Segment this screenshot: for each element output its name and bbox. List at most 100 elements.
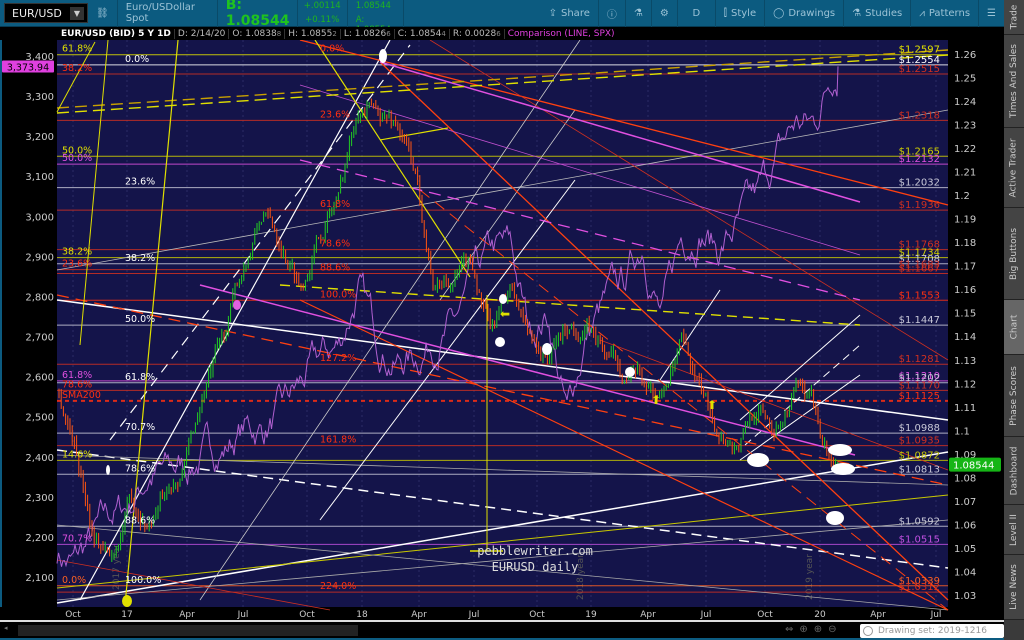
spx-last-value: 3,373.94 [7, 62, 49, 73]
sidebar-tab-label: Phase Scores [1009, 365, 1020, 426]
fib-label: 14.6% [62, 449, 92, 460]
main-toolbar: EUR/USD ▼ ⛓ Euro/USDollar Spot B: 1.0854… [0, 0, 1024, 35]
x-tick-label: Jul [237, 610, 249, 620]
price-level-label: $1.0872 [899, 450, 940, 461]
info-close: C: 1.08544 [395, 28, 450, 39]
marker-ellipse [499, 294, 507, 304]
scroll-left-icon[interactable]: ◂ [4, 624, 8, 632]
spx-tick-label: 3,000 [25, 212, 54, 223]
price-tick-label: 1.05 [954, 544, 976, 555]
x-tick-label: Apr [870, 610, 886, 620]
comparison-label[interactable]: Comparison (LINE, SPX) [505, 29, 618, 39]
fib-label: 161.8% [320, 435, 356, 446]
fib-label: 88.6% [320, 262, 350, 273]
x-tick-label: Apr [411, 610, 427, 620]
drawings-button[interactable]: ◯ Drawings [765, 0, 845, 27]
last-price-value: 1.08544 [953, 461, 994, 472]
marker-ellipse [233, 300, 241, 310]
patterns-button[interactable]: ⩘ Patterns [911, 0, 980, 27]
bid-quote: B: 1.08544 [355, 0, 391, 11]
settings-button[interactable]: ⚙ [652, 0, 678, 27]
sidebar-tab-phase-scores[interactable]: Phase Scores [1004, 355, 1024, 437]
spx-tick-label: 2,700 [25, 333, 54, 344]
spx-tick-label: 2,300 [25, 493, 54, 504]
chart-title: EUR/USD (BID) 5 Y 1D [58, 28, 175, 39]
price-tick-label: 1.18 [954, 238, 976, 249]
spx-tick-label: 2,600 [25, 373, 54, 384]
fib-label: 23.6% [62, 259, 92, 270]
share-label: Share [561, 7, 590, 19]
spx-tick-label: 2,200 [25, 533, 54, 544]
link-icon[interactable]: ⛓ [88, 0, 118, 27]
spx-tick-label: 2,500 [25, 413, 54, 424]
zoom-out-icon[interactable]: ⊖ [828, 624, 836, 635]
sidebar-tab-chart[interactable]: Chart [1004, 300, 1024, 355]
sidebar-tab-level-ii[interactable]: Level II [1004, 505, 1024, 555]
spx-tick-label: 2,100 [25, 573, 54, 584]
chevron-down-icon[interactable]: ▼ [70, 6, 84, 20]
zoom-in-icon[interactable]: ⊕ [814, 624, 822, 635]
style-button[interactable]: ⫿ Style [716, 0, 766, 27]
price-level-label: $1.1447 [899, 315, 940, 326]
drawing-set-selector[interactable]: Drawing set: 2019-1216 [860, 624, 1004, 638]
price-tick-label: 1.12 [954, 379, 976, 390]
style-label: Style [731, 7, 757, 19]
menu-button[interactable]: ☰ [979, 0, 1004, 27]
price-tick-label: 1.13 [954, 356, 976, 367]
price-tick-label: 1.17 [954, 262, 976, 273]
timeframe-label: D [692, 7, 701, 19]
price-level-label: $1.0988 [899, 423, 940, 434]
sidebar-tab-label: Live News [1009, 564, 1019, 610]
price-level-label: $1.2132 [899, 154, 940, 165]
info-open: O: 1.08388 [229, 28, 286, 39]
sidebar-tab-trade[interactable]: Trade [1004, 0, 1024, 35]
fib-label: 38.2% [62, 63, 92, 74]
price-level-label: $1.1170 [899, 380, 940, 391]
fib-label: 100.0% [320, 289, 356, 300]
price-tick-label: 1.22 [954, 144, 976, 155]
navigation-tools: ⇔ ⊕ ⊕ ⊖ [785, 624, 837, 635]
x-tick-label: Oct [529, 610, 545, 620]
fib-label: 70.7% [125, 422, 155, 433]
sidebar-tab-label: Chart [1009, 314, 1020, 340]
price-tick-label: 1.2 [954, 191, 970, 202]
marker-ellipse [625, 367, 635, 377]
marker-ellipse [831, 463, 855, 475]
flask-button[interactable]: ⚗ [626, 0, 652, 27]
pan-icon[interactable]: ⇔ [785, 624, 793, 635]
price-tick-label: 1.15 [954, 309, 976, 320]
fib-label: 224.0% [320, 581, 356, 592]
scrollbar-thumb[interactable] [18, 625, 358, 636]
spx-tick-label: 3,300 [25, 92, 54, 103]
price-level-label: $1.2032 [899, 178, 940, 189]
price-chart[interactable]: 2017 year 2018 year 2019 year ⬅ ⬆ ⬆ $1.2… [0, 40, 1004, 620]
price-tick-label: 1.14 [954, 332, 976, 343]
sidebar-tab-big-buttons[interactable]: Big Buttons [1004, 208, 1024, 300]
year-mark: 2019 year [805, 554, 815, 600]
pattern-icon: ⩘ [919, 7, 925, 19]
price-tick-label: 1.23 [954, 121, 976, 132]
bid-price: B: 1.08544 [225, 0, 290, 29]
symbol-selector[interactable]: EUR/USD ▼ [4, 3, 88, 23]
sidebar-tab-times-and-sales[interactable]: Times And Sales [1004, 35, 1024, 128]
price-level-label: $1.2515 [899, 64, 940, 75]
sidebar-tab-live-news[interactable]: Live News [1004, 555, 1024, 620]
ellipse-icon: ◯ [773, 7, 785, 19]
net-change: +.00114 [303, 1, 341, 11]
studies-button[interactable]: ⚗ Studies [844, 0, 912, 27]
info-button[interactable]: ⓘ [599, 0, 626, 27]
price-tick-label: 1.16 [954, 285, 976, 296]
flask-icon: ⚗ [852, 7, 862, 19]
spx-tick-label: 2,900 [25, 252, 54, 263]
share-button[interactable]: ⇪ Share [541, 0, 599, 27]
x-tick-label: Oct [757, 610, 773, 620]
sidebar-tab-label: Active Trader [1009, 137, 1020, 198]
sidebar-tab-dashboard[interactable]: Dashboard [1004, 437, 1024, 505]
x-tick-label: Oct [65, 610, 81, 620]
crosshair-icon[interactable]: ⊕ [799, 624, 807, 635]
sidebar-tab-active-trader[interactable]: Active Trader [1004, 128, 1024, 208]
studies-label: Studies [865, 7, 903, 19]
fib-label: 0.0% [320, 44, 344, 55]
info-low: L: 1.08266 [341, 28, 395, 39]
timeframe-button[interactable]: D [678, 0, 716, 27]
